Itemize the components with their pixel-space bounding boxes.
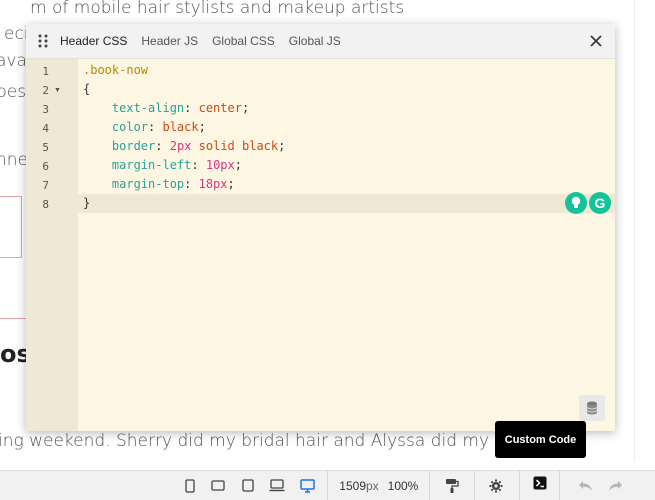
code-editor[interactable]: 1 2 ▼ 3 4 5 6 7 8 .book-now { text-align… bbox=[26, 59, 615, 431]
bg-text-line: ing weekend. Sherry did my bridal hair a… bbox=[0, 431, 490, 451]
redo-icon[interactable] bbox=[604, 471, 626, 500]
modal-header: Header CSS Header JS Global CSS Global J… bbox=[26, 24, 615, 59]
zoom-field[interactable]: 100% bbox=[384, 471, 422, 500]
line-number: 8 bbox=[42, 198, 49, 211]
toolbar-separator bbox=[474, 471, 475, 500]
grammarly-logo-icon[interactable]: G bbox=[589, 192, 611, 214]
custom-code-button[interactable] bbox=[521, 471, 558, 500]
line-number: 4 bbox=[42, 122, 49, 135]
line-number: 3 bbox=[42, 103, 49, 116]
database-icon[interactable] bbox=[579, 395, 605, 421]
bg-scroll-edge bbox=[634, 0, 635, 462]
desktop-icon[interactable] bbox=[296, 471, 318, 500]
toolbar-separator bbox=[429, 471, 430, 500]
tablet-icon[interactable] bbox=[238, 471, 258, 500]
css-property: margin-left bbox=[111, 158, 192, 172]
code-line: border: 2px solid black; bbox=[111, 139, 286, 153]
css-value: 10px bbox=[205, 158, 235, 172]
close-brace: } bbox=[83, 196, 91, 210]
undo-icon[interactable] bbox=[574, 471, 596, 500]
code-line: margin-left: 10px; bbox=[111, 158, 242, 172]
tab-header-css[interactable]: Header CSS bbox=[60, 24, 127, 59]
css-value-keywords: solid black bbox=[198, 139, 279, 153]
custom-code-modal: Header CSS Header JS Global CSS Global J… bbox=[26, 24, 615, 431]
code-line: color: black; bbox=[111, 120, 206, 134]
laptop-icon[interactable] bbox=[266, 471, 288, 500]
canvas-width-field[interactable]: 1509px bbox=[336, 471, 382, 500]
css-property: text-align bbox=[111, 101, 185, 115]
code-line: .book-now bbox=[83, 61, 148, 80]
toolbar-separator bbox=[559, 471, 560, 500]
css-value-number: 2px bbox=[169, 139, 192, 153]
bg-divider bbox=[0, 318, 26, 319]
grammarly-widget[interactable]: G bbox=[565, 190, 615, 216]
code-line: { bbox=[83, 80, 90, 99]
code-line: margin-top: 18px; bbox=[111, 177, 235, 191]
tab-global-css[interactable]: Global CSS bbox=[212, 24, 275, 59]
css-value: black bbox=[162, 120, 199, 134]
line-number: 2 bbox=[42, 84, 49, 97]
bg-text-line: nne bbox=[0, 150, 29, 170]
open-brace: { bbox=[83, 82, 91, 96]
css-property: color bbox=[111, 120, 149, 134]
code-line: } bbox=[83, 194, 90, 213]
line-number: 5 bbox=[42, 141, 49, 154]
line-number: 7 bbox=[42, 179, 49, 192]
mobile-icon[interactable] bbox=[180, 471, 200, 500]
lightbulb-icon[interactable] bbox=[565, 192, 587, 214]
css-property: border bbox=[111, 139, 156, 153]
fold-arrow-icon[interactable]: ▼ bbox=[54, 87, 61, 94]
tab-global-js[interactable]: Global JS bbox=[289, 24, 341, 59]
bottom-toolbar: 1509px 100% bbox=[0, 470, 655, 500]
tablet-landscape-icon[interactable] bbox=[208, 471, 228, 500]
css-selector: .book-now bbox=[83, 63, 149, 77]
toolbar-separator bbox=[519, 471, 520, 500]
line-number: 6 bbox=[42, 160, 49, 173]
canvas-width-unit: px bbox=[366, 478, 379, 493]
canvas-width-value: 1509 bbox=[339, 478, 366, 493]
code-line: text-align: center; bbox=[111, 101, 250, 115]
line-number: 1 bbox=[42, 65, 49, 78]
custom-code-tooltip: Custom Code bbox=[495, 421, 586, 458]
paint-roller-icon[interactable] bbox=[440, 471, 464, 500]
css-value: center bbox=[198, 101, 242, 115]
line-gutter: 1 2 ▼ 3 4 5 6 7 8 bbox=[26, 59, 78, 431]
bg-text-line: ava bbox=[0, 51, 27, 71]
active-line-highlight bbox=[78, 194, 615, 213]
bg-text-line: m of mobile hair stylists and makeup art… bbox=[30, 0, 405, 18]
drag-handle-icon[interactable] bbox=[26, 24, 60, 59]
tab-header-js[interactable]: Header JS bbox=[141, 24, 198, 59]
toolbar-separator bbox=[327, 471, 328, 500]
terminal-icon bbox=[533, 476, 547, 495]
gear-icon[interactable] bbox=[484, 471, 508, 500]
css-value: 18px bbox=[198, 177, 228, 191]
bg-text-line: bes bbox=[0, 82, 27, 102]
zoom-value: 100% bbox=[387, 478, 419, 493]
close-icon[interactable] bbox=[587, 32, 605, 50]
bg-outlined-box bbox=[0, 196, 22, 258]
css-property: margin-top bbox=[111, 177, 185, 191]
